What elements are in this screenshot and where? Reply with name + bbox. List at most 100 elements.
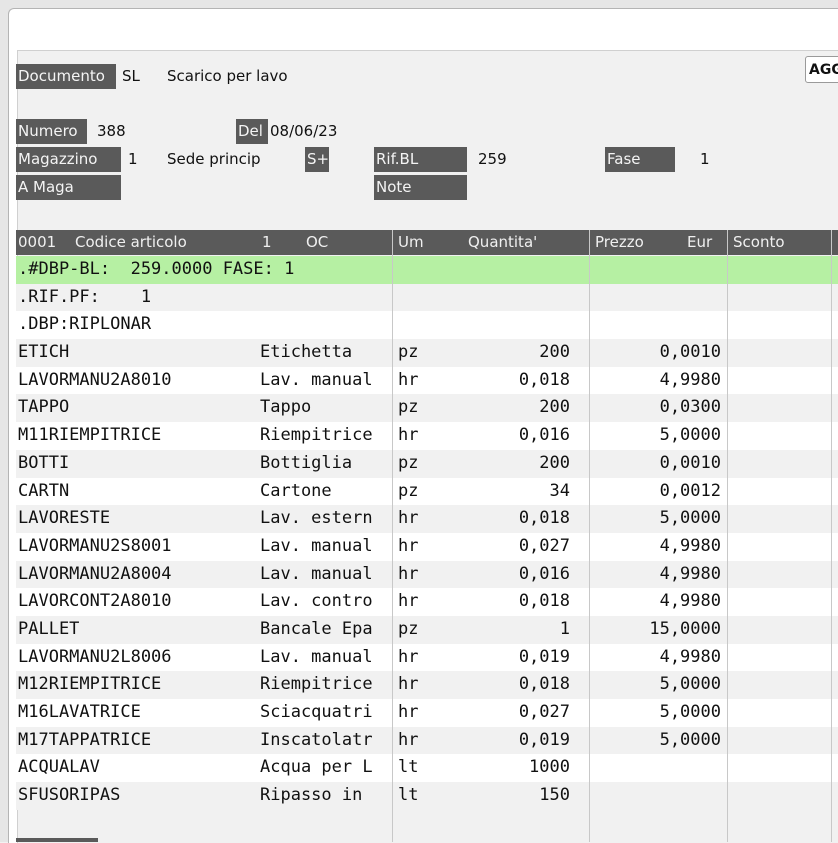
price-cell[interactable]: 5,0000 [660,671,721,699]
price-cell[interactable]: 5,0000 [660,422,721,450]
description-cell[interactable]: Riempitrice [260,422,373,450]
column-eur[interactable]: Eur [687,230,712,255]
unit-cell[interactable]: hr [398,671,418,699]
description-cell[interactable]: Inscatolatr [260,727,373,755]
column-code[interactable]: Codice articolo [75,230,187,255]
item-code-cell[interactable]: LAVORMANU2L8006 [18,644,172,672]
item-code-cell[interactable]: ETICH [18,339,69,367]
description-cell[interactable]: Lav. manual [260,367,373,395]
table-row[interactable]: PALLET Bancale Epa pz 1 15,0000 [16,615,838,644]
item-code-cell[interactable]: PALLET [18,616,79,644]
item-code-cell[interactable]: LAVORCONT2A8010 [18,588,172,616]
item-code-cell[interactable]: LAVORMANU2A8004 [18,561,172,589]
price-cell[interactable]: 4,9980 [660,533,721,561]
description-cell[interactable]: Tappo [260,394,311,422]
quantity-cell[interactable]: 0,016 [519,422,570,450]
unit-cell[interactable]: hr [398,367,418,395]
table-row[interactable]: .#DBP-BL: 259.0000 FASE: 1 [16,256,838,284]
item-code-cell[interactable]: TAPPO [18,394,69,422]
price-cell[interactable]: 15,0000 [649,616,721,644]
table-row[interactable]: M16LAVATRICE Sciacquatri hr 0,027 5,0000 [16,699,838,727]
item-code-cell[interactable]: LAVORESTE [18,505,110,533]
unit-cell[interactable]: lt [398,782,418,810]
price-cell[interactable]: 4,9980 [660,561,721,589]
quantity-cell[interactable]: 1 [560,616,570,644]
unit-cell[interactable]: pz [398,394,418,422]
price-cell[interactable]: 0,0010 [660,339,721,367]
item-code-cell[interactable]: M12RIEMPITRICE [18,671,161,699]
price-cell[interactable]: 5,0000 [660,699,721,727]
item-code-cell[interactable]: .RIF.PF: 1 [18,284,151,312]
description-cell[interactable]: Bottiglia [260,450,352,478]
quantity-cell[interactable]: 0,018 [519,505,570,533]
quantity-cell[interactable]: 200 [539,450,570,478]
description-cell[interactable]: Lav. manual [260,561,373,589]
bottom-tab[interactable] [16,838,98,842]
item-code-cell[interactable]: M11RIEMPITRICE [18,422,161,450]
magazzino-field[interactable]: 1 [128,147,138,172]
quantity-cell[interactable]: 34 [550,478,570,506]
table-row[interactable]: .DBP:RIPLONAR [16,311,838,340]
table-row[interactable]: .RIF.PF: 1 [16,283,838,312]
description-cell[interactable]: Lav. estern [260,505,373,533]
table-row[interactable]: M12RIEMPITRICE Riempitrice hr 0,018 5,0000 [16,671,838,699]
agg-button[interactable]: AGG [805,56,838,83]
item-code-cell[interactable]: M17TAPPATRICE [18,727,151,755]
table-row[interactable]: SFUSORIPAS Ripasso in lt 150 [16,782,838,810]
column-row-number[interactable]: 0001 [18,230,56,255]
unit-cell[interactable]: hr [398,561,418,589]
price-cell[interactable]: 0,0012 [660,478,721,506]
description-cell[interactable]: Lav. manual [260,644,373,672]
column-one[interactable]: 1 [262,230,272,255]
price-cell[interactable]: 5,0000 [660,505,721,533]
column-price[interactable]: Prezzo [595,230,644,255]
price-cell[interactable]: 4,9980 [660,644,721,672]
quantity-cell[interactable]: 0,027 [519,699,570,727]
description-cell[interactable]: Sciacquatri [260,699,373,727]
unit-cell[interactable]: hr [398,588,418,616]
table-row[interactable]: BOTTI Bottiglia pz 200 0,0010 [16,449,838,478]
description-cell[interactable]: Riempitrice [260,671,373,699]
table-row[interactable]: ACQUALAV Acqua per L lt 1000 [16,754,838,783]
unit-cell[interactable]: pz [398,616,418,644]
item-code-cell[interactable]: LAVORMANU2A8010 [18,367,172,395]
item-code-cell[interactable]: M16LAVATRICE [18,699,141,727]
item-code-cell[interactable]: ACQUALAV [18,754,100,782]
table-row[interactable]: M17TAPPATRICE Inscatolatr hr 0,019 5,0000 [16,726,838,755]
price-cell[interactable]: 0,0010 [660,450,721,478]
item-code-cell[interactable]: .#DBP-BL: 259.0000 FASE: 1 [18,256,294,284]
unit-cell[interactable]: lt [398,754,418,782]
numero-field[interactable]: 388 [97,119,126,144]
fase-field[interactable]: 1 [700,147,710,172]
description-cell[interactable]: Etichetta [260,339,352,367]
item-code-cell[interactable]: CARTN [18,478,69,506]
item-code-cell[interactable]: BOTTI [18,450,69,478]
description-cell[interactable]: Acqua per L [260,754,373,782]
unit-cell[interactable]: hr [398,699,418,727]
unit-cell[interactable]: hr [398,422,418,450]
description-cell[interactable]: Lav. contro [260,588,373,616]
description-cell[interactable]: Bancale Epa [260,616,373,644]
table-row[interactable]: M11RIEMPITRICE Riempitrice hr 0,016 5,0000 [16,422,838,450]
quantity-cell[interactable]: 0,019 [519,727,570,755]
quantity-cell[interactable]: 0,027 [519,533,570,561]
quantity-cell[interactable]: 200 [539,394,570,422]
table-row[interactable]: CARTN Cartone pz 34 0,0012 [16,477,838,506]
table-row[interactable]: TAPPO Tappo pz 200 0,0300 [16,394,838,423]
unit-cell[interactable]: pz [398,450,418,478]
price-cell[interactable]: 4,9980 [660,367,721,395]
table-row[interactable]: LAVORESTE Lav. estern hr 0,018 5,0000 [16,505,838,533]
price-cell[interactable]: 5,0000 [660,727,721,755]
description-cell[interactable]: Cartone [260,478,332,506]
table-row[interactable]: LAVORMANU2A8010 Lav. manual hr 0,018 4,9980 [16,366,838,395]
quantity-cell[interactable]: 200 [539,339,570,367]
del-date-field[interactable]: 08/06/23 [270,119,337,144]
unit-cell[interactable]: pz [398,339,418,367]
unit-cell[interactable]: pz [398,478,418,506]
quantity-cell[interactable]: 0,018 [519,671,570,699]
description-cell[interactable]: Lav. manual [260,533,373,561]
table-row[interactable]: ETICH Etichetta pz 200 0,0010 [16,339,838,367]
item-code-cell[interactable]: LAVORMANU2S8001 [18,533,172,561]
quantity-cell[interactable]: 150 [539,782,570,810]
table-row[interactable]: LAVORMANU2L8006 Lav. manual hr 0,019 4,9980 [16,643,838,672]
